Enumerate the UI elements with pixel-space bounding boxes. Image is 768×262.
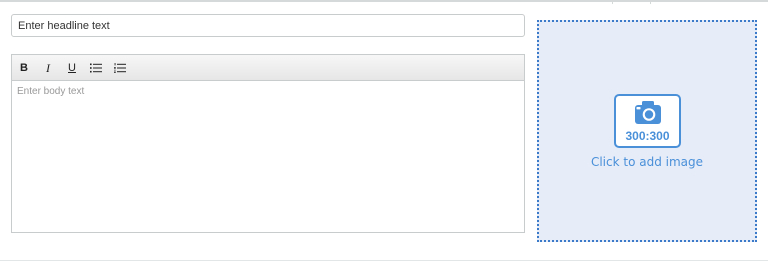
bottom-divider bbox=[0, 260, 768, 261]
top-divider-tick bbox=[612, 0, 613, 4]
underline-button[interactable]: U bbox=[64, 60, 80, 76]
add-image-label: Click to add image bbox=[590, 155, 704, 169]
bulleted-list-button[interactable] bbox=[88, 60, 104, 76]
image-ratio-label: 300:300 bbox=[625, 129, 670, 143]
bold-button[interactable]: B bbox=[16, 60, 32, 76]
body-editor: B I U bbox=[11, 54, 525, 233]
top-divider bbox=[0, 0, 768, 2]
body-text-input[interactable] bbox=[12, 81, 524, 232]
bulleted-list-icon bbox=[90, 63, 102, 73]
numbered-list-icon bbox=[114, 63, 126, 73]
italic-button[interactable]: I bbox=[40, 60, 56, 76]
numbered-list-button[interactable] bbox=[112, 60, 128, 76]
camera-icon bbox=[635, 101, 661, 124]
headline-input[interactable] bbox=[11, 14, 525, 37]
editor-toolbar: B I U bbox=[12, 55, 524, 81]
image-ratio-badge: 300:300 bbox=[614, 94, 681, 148]
top-divider-tick bbox=[650, 0, 651, 4]
add-image-dropzone[interactable]: 300:300 Click to add image bbox=[537, 20, 757, 242]
